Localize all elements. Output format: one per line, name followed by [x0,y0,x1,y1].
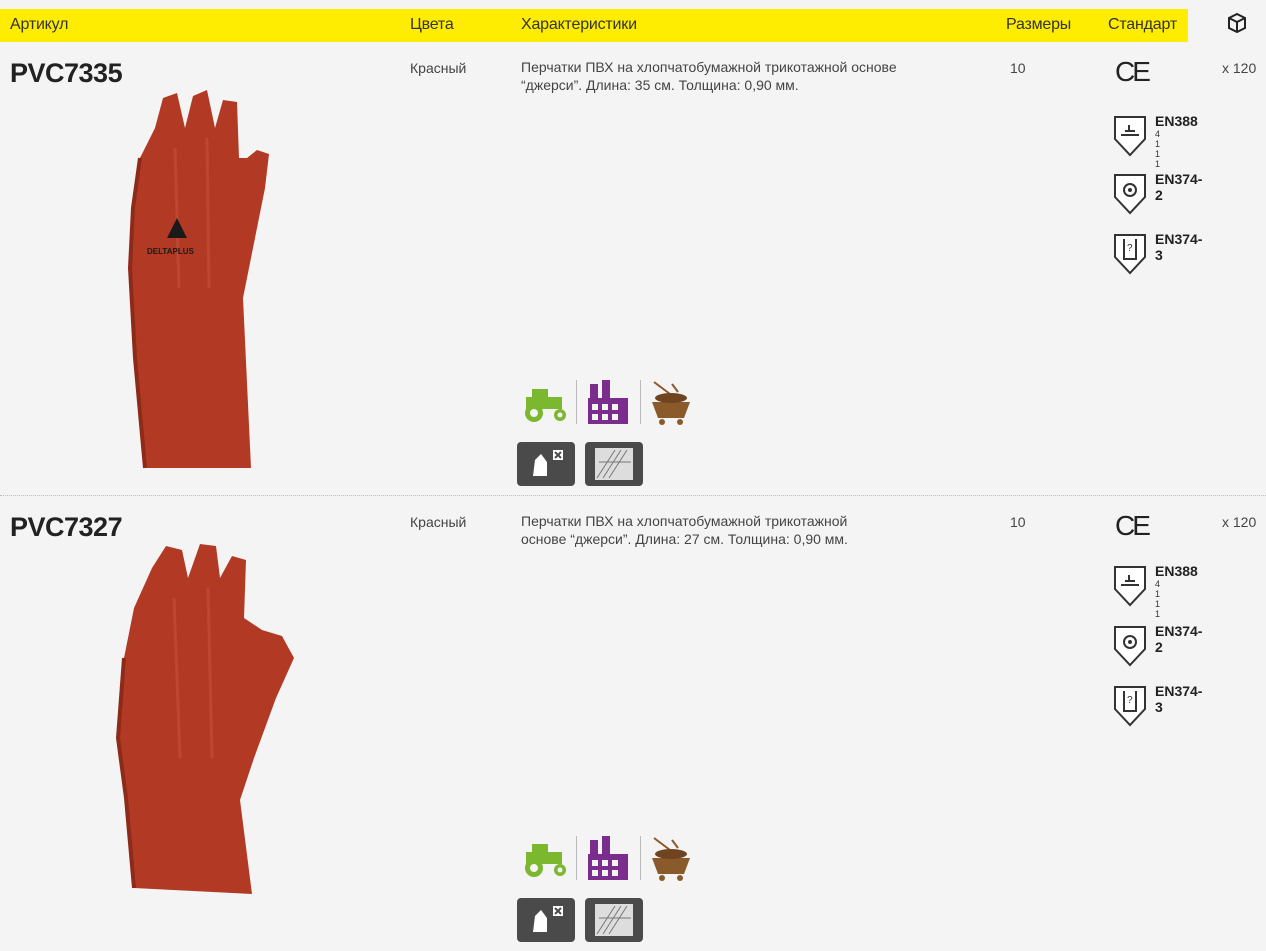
standard-score: 4 1 1 1 [1155,579,1163,619]
standard-label: EN388 [1155,113,1198,129]
header-standard: Стандарт [1108,16,1177,33]
standard-label: EN374-3 [1155,231,1203,263]
header-article: Артикул [10,16,69,33]
sector-divider [640,380,641,424]
mining-cart-icon [652,381,690,425]
industry-factory-icon [588,836,628,880]
chemical-hazard-icon: ? [1114,234,1146,275]
ce-mark: CE [1115,56,1151,87]
agriculture-tractor-icon [525,844,566,877]
industry-factory-icon [588,380,628,424]
product-size: 10 [1010,60,1026,76]
glove-print: DELTAPLUS [147,247,194,256]
mechanical-hazard-icon [1114,566,1146,607]
product-pack: x 120 [1222,60,1257,76]
standard-score: 4 1 1 1 [1155,129,1163,169]
surface-texture-icon [585,442,643,486]
glove-image: DELTAPLUS [127,90,269,469]
product-size: 10 [1010,514,1026,530]
header-features: Характеристики [521,16,637,33]
biohazard-icon [1114,174,1146,215]
sector-divider [640,836,641,880]
row-divider [0,495,1266,496]
hand-protection-icon [517,898,575,942]
standard-label: EN374-2 [1155,171,1203,203]
ce-mark: CE [1115,510,1151,541]
mechanical-hazard-icon [1114,116,1146,157]
surface-texture-icon [585,898,643,942]
biohazard-icon [1114,626,1146,667]
agriculture-tractor-icon [525,389,566,422]
chemical-hazard-icon: ? [1114,686,1146,727]
product-pack: x 120 [1222,514,1257,530]
glove-image [115,544,294,894]
product-color: Красный [410,514,467,530]
standard-label: EN388 [1155,563,1198,579]
product-sku: PVC7335 [10,58,123,88]
hand-protection-icon [517,442,575,486]
table-header: Артикул Цвета Характеристики Размеры Ста… [0,0,1266,42]
product-description: Перчатки ПВХ на хлопчатобумажной трикота… [521,513,848,547]
standard-label: EN374-3 [1155,683,1203,715]
product-description: Перчатки ПВХ на хлопчатобумажной трикота… [521,59,897,93]
svg-text:?: ? [1127,695,1133,706]
header-sizes: Размеры [1006,16,1072,33]
sector-divider [576,380,577,424]
product-color: Красный [410,60,467,76]
standard-label: EN374-2 [1155,623,1203,655]
header-colors: Цвета [410,16,454,33]
sector-divider [576,836,577,880]
box-icon [1228,12,1246,34]
svg-text:?: ? [1127,243,1133,254]
mining-cart-icon [652,837,690,881]
